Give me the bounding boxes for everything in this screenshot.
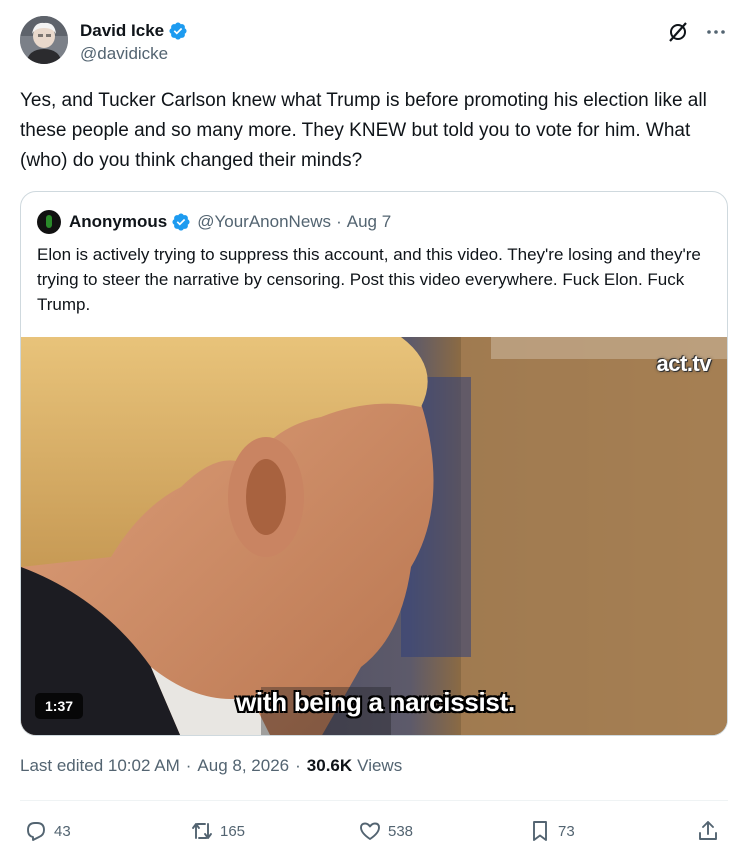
avatar-image bbox=[20, 16, 68, 64]
separator-dot: · bbox=[295, 756, 301, 775]
reply-icon bbox=[27, 822, 45, 841]
like-count: 538 bbox=[388, 822, 414, 840]
separator-dot: · bbox=[185, 756, 192, 775]
grok-icon[interactable] bbox=[666, 20, 690, 44]
share-button[interactable] bbox=[696, 816, 726, 846]
quoted-tweet-text: Elon is actively trying to suppress this… bbox=[37, 245, 701, 314]
quoted-tweet[interactable]: Anonymous @YourAnonNews · Aug 7 Elon is … bbox=[20, 191, 728, 736]
author-name-block: David Icke @davidicke bbox=[80, 20, 188, 64]
author-handle[interactable]: @davidicke bbox=[80, 44, 188, 64]
share-icon bbox=[699, 821, 717, 840]
video-caption: with being a narcissist. bbox=[236, 687, 515, 717]
heart-icon bbox=[360, 822, 380, 840]
bookmark-button[interactable]: 73 bbox=[528, 816, 575, 846]
tweet-action-bar: 43 165 538 73 bbox=[20, 816, 728, 846]
author-display-name[interactable]: David Icke bbox=[80, 21, 164, 41]
video-watermark: act.tv bbox=[656, 351, 712, 376]
tweet-header: David Icke @davidicke bbox=[20, 16, 728, 72]
verified-badge-icon bbox=[172, 213, 190, 231]
views-label: Views bbox=[357, 756, 403, 775]
separator-dot: · bbox=[336, 212, 342, 231]
verified-badge-icon bbox=[169, 22, 187, 40]
author-avatar[interactable] bbox=[20, 16, 68, 64]
views-count: 30.6K bbox=[306, 756, 353, 775]
quoted-author-handle: @YourAnonNews bbox=[197, 212, 332, 231]
like-button[interactable]: 538 bbox=[358, 816, 413, 846]
bookmark-count: 73 bbox=[558, 822, 575, 840]
quoted-author-name: Anonymous bbox=[69, 212, 168, 231]
tweet-text: Yes, and Tucker Carlson knew what Trump … bbox=[20, 90, 707, 171]
edited-timestamp[interactable]: Last edited 10:02 AM bbox=[20, 756, 180, 776]
quoted-author-avatar bbox=[37, 210, 61, 234]
repost-button[interactable]: 165 bbox=[190, 816, 245, 846]
video-frame bbox=[21, 337, 727, 735]
video-player[interactable]: act.tv 1:37 with being a narcissist. bbox=[21, 337, 727, 735]
repost-count: 165 bbox=[220, 822, 246, 840]
header-actions bbox=[666, 20, 728, 44]
video-duration-badge: 1:37 bbox=[35, 693, 84, 719]
reply-button[interactable]: 43 bbox=[24, 816, 71, 846]
tweet-meta: Last edited 10:02 AM · Aug 8, 2026 · 30.… bbox=[20, 756, 402, 776]
repost-icon bbox=[192, 823, 212, 839]
quoted-tweet-header: Anonymous @YourAnonNews · Aug 7 bbox=[37, 210, 391, 234]
divider bbox=[20, 800, 728, 801]
quoted-date: Aug 7 bbox=[346, 212, 392, 231]
more-icon[interactable] bbox=[704, 20, 728, 44]
bookmark-icon bbox=[533, 821, 547, 841]
reply-count: 43 bbox=[54, 822, 71, 840]
tweet-date[interactable]: Aug 8, 2026 bbox=[197, 756, 289, 776]
